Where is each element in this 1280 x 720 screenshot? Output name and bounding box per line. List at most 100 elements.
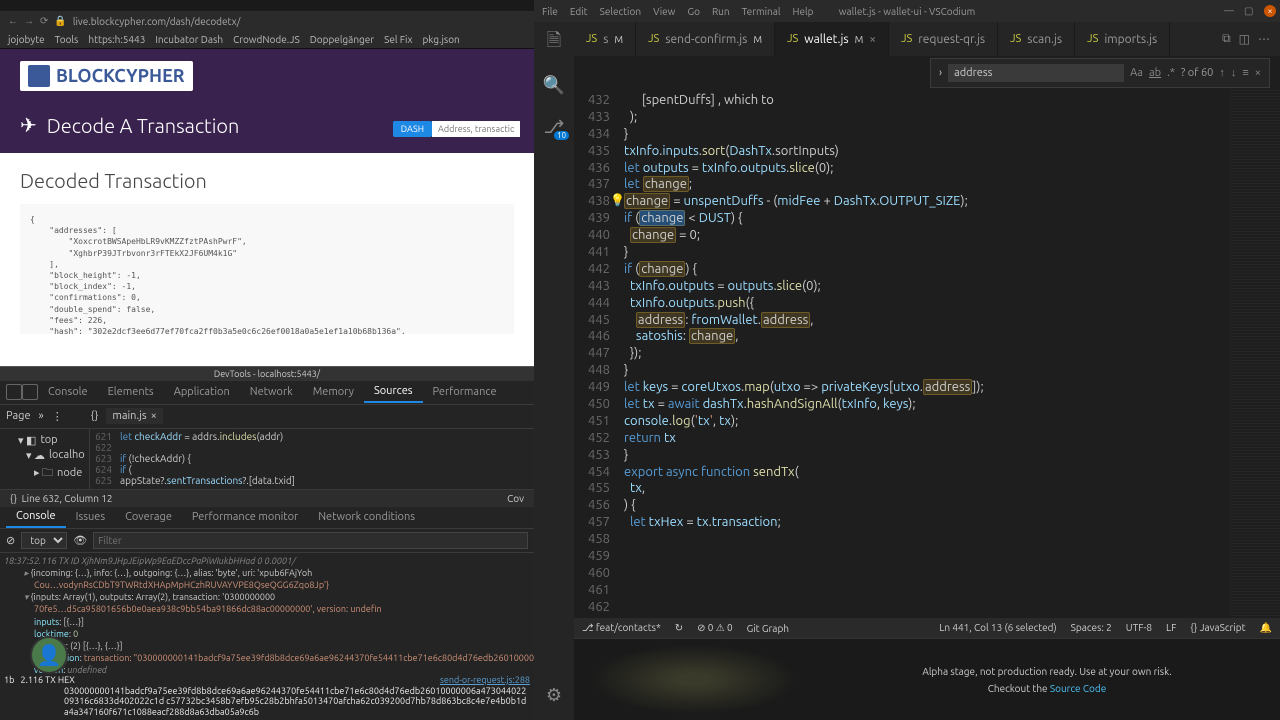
tab-elements[interactable]: Elements bbox=[98, 382, 164, 402]
filter-input[interactable] bbox=[93, 532, 528, 549]
drawer-coverage[interactable]: Coverage bbox=[115, 507, 182, 527]
cursor-pos[interactable]: Ln 441, Col 13 (6 selected) bbox=[939, 622, 1056, 634]
close-icon[interactable]: × bbox=[869, 33, 876, 46]
kebab-icon[interactable]: ⋮ bbox=[52, 410, 63, 423]
regex-icon[interactable]: .* bbox=[1167, 67, 1175, 79]
bookmark-item[interactable]: Doppelgänger bbox=[310, 34, 374, 45]
tab-scan[interactable]: JSscan.js bbox=[998, 22, 1075, 56]
page-label[interactable]: Page bbox=[6, 410, 31, 422]
tab-sources[interactable]: Sources bbox=[364, 381, 423, 403]
git-graph[interactable]: Git Graph bbox=[747, 623, 789, 634]
next-icon[interactable]: ↓ bbox=[1231, 67, 1237, 79]
bookmark-item[interactable]: jojobyte bbox=[8, 34, 45, 45]
drawer-issues[interactable]: Issues bbox=[66, 507, 116, 527]
close-icon[interactable]: × bbox=[1264, 5, 1276, 17]
tab-wallet[interactable]: JSwallet.js M × bbox=[775, 22, 889, 56]
menu-view[interactable]: View bbox=[653, 6, 675, 17]
clear-icon[interactable]: ⊘ bbox=[6, 534, 15, 547]
sync-icon[interactable]: ↻ bbox=[675, 622, 683, 634]
drawer-console[interactable]: Console bbox=[6, 506, 66, 528]
find-input[interactable] bbox=[948, 64, 1124, 82]
window-titlebar: File Edit Selection View Go Run Terminal… bbox=[534, 0, 1280, 22]
minimap[interactable] bbox=[1230, 90, 1280, 618]
code-editor[interactable]: 4324334344354364374384394404414424434444… bbox=[574, 90, 1280, 618]
case-icon[interactable]: Aa bbox=[1130, 67, 1143, 79]
tab-send-confirm[interactable]: JSsend-confirm.js M bbox=[636, 22, 775, 56]
search-input[interactable] bbox=[432, 121, 520, 137]
drawer-network[interactable]: Network conditions bbox=[308, 507, 425, 527]
url-bar[interactable]: live.blockcypher.com/dash/decodetx/ bbox=[73, 16, 241, 27]
eol[interactable]: LF bbox=[1166, 622, 1176, 634]
reload-icon[interactable]: ⟳ bbox=[40, 15, 48, 27]
settings-icon[interactable]: ⚙ bbox=[543, 684, 565, 706]
browser-tab-strip[interactable] bbox=[0, 0, 534, 11]
dash-dropdown[interactable]: DASH bbox=[393, 121, 432, 137]
menu-go[interactable]: Go bbox=[687, 6, 699, 17]
bookmark-item[interactable]: Tools bbox=[55, 34, 79, 45]
forward-icon[interactable]: → bbox=[24, 15, 34, 27]
encoding[interactable]: UTF-8 bbox=[1126, 622, 1152, 634]
menu-file[interactable]: File bbox=[542, 6, 558, 17]
split-icon[interactable]: ◫ bbox=[1239, 32, 1250, 46]
bookmark-item[interactable]: CrowdNode.JS bbox=[233, 34, 300, 45]
more-icon[interactable]: » bbox=[39, 410, 44, 422]
tab-s[interactable]: JSs M bbox=[574, 22, 636, 56]
chevron-right-icon[interactable]: › bbox=[939, 67, 942, 79]
file-tree[interactable]: ▾ ◧ top ▾ ☁ localho ▸ 🗀 node ▸ 🗀 src bbox=[0, 429, 90, 489]
tab-application[interactable]: Application bbox=[164, 382, 240, 402]
context-select[interactable]: top bbox=[21, 532, 67, 549]
decoded-json[interactable]: { "addresses": [ "XoxcrotBWSApeHbLR9vKMZ… bbox=[20, 204, 514, 334]
selection-icon[interactable]: ≡ bbox=[1242, 67, 1248, 79]
close-icon[interactable]: × bbox=[1255, 67, 1261, 79]
tab-imports[interactable]: JSimports.js bbox=[1075, 22, 1170, 56]
eye-icon[interactable]: 👁 bbox=[73, 534, 87, 547]
drawer-perf[interactable]: Performance monitor bbox=[182, 507, 308, 527]
more-icon[interactable]: ⋯ bbox=[1258, 32, 1270, 46]
decoded-heading: Decoded Transaction bbox=[20, 169, 514, 192]
console-output[interactable]: 18:37:52.116 TX ID XjhNm9JHpJEipWp9EaEDc… bbox=[0, 553, 534, 673]
bookmark-item[interactable]: Incubator Dash bbox=[155, 34, 223, 45]
indent[interactable]: Spaces: 2 bbox=[1071, 622, 1112, 634]
tab-performance[interactable]: Performance bbox=[423, 382, 507, 402]
word-icon[interactable]: ab bbox=[1149, 67, 1161, 79]
source-link[interactable]: Source Code bbox=[1050, 683, 1106, 694]
close-icon[interactable]: × bbox=[151, 410, 157, 422]
compare-icon[interactable]: ⧉ bbox=[1222, 32, 1231, 46]
bell-icon[interactable]: 🔔 bbox=[1260, 622, 1272, 634]
device-icon[interactable] bbox=[22, 384, 38, 400]
bookmark-item[interactable]: https:h:5443 bbox=[88, 34, 145, 45]
minimize-icon[interactable]: — bbox=[1224, 5, 1236, 17]
menu-help[interactable]: Help bbox=[793, 6, 814, 17]
inspect-icon[interactable] bbox=[6, 384, 22, 400]
branch[interactable]: ⎇ feat/contacts* bbox=[582, 622, 661, 634]
tree-local: ▾ ☁ localho bbox=[4, 448, 85, 463]
tab-console[interactable]: Console bbox=[38, 382, 98, 402]
menu-edit[interactable]: Edit bbox=[570, 6, 588, 17]
source-code[interactable]: 621 let checkAddr = addrs.includes(addr)… bbox=[90, 429, 534, 489]
back-icon[interactable]: ← bbox=[8, 15, 18, 27]
bookmark-item[interactable]: Sel Fix bbox=[384, 34, 412, 45]
pretty-print-icon[interactable]: {} bbox=[91, 410, 99, 422]
file-tab[interactable]: main.js × bbox=[106, 408, 162, 424]
menu-run[interactable]: Run bbox=[712, 6, 730, 17]
pretty-icon[interactable]: {} bbox=[10, 493, 17, 504]
scm-icon[interactable]: ⎇10 bbox=[543, 116, 565, 138]
tab-request-qr[interactable]: JSrequest-qr.js bbox=[889, 22, 998, 56]
find-widget: › Aa ab .* ? of 60 ↑ ↓ ≡ × bbox=[930, 58, 1270, 88]
menu-terminal[interactable]: Terminal bbox=[742, 6, 781, 17]
tab-memory[interactable]: Memory bbox=[303, 382, 364, 402]
prev-icon[interactable]: ↑ bbox=[1219, 67, 1225, 79]
devtools-tabs: Console Elements Application Network Mem… bbox=[0, 381, 534, 405]
blockcypher-logo[interactable]: BLOCKCYPHER bbox=[20, 61, 193, 91]
source-link[interactable]: send-or-request.js:288 bbox=[440, 675, 530, 686]
bookmark-item[interactable]: pkg.json bbox=[423, 34, 460, 45]
logo-icon bbox=[28, 65, 50, 87]
maximize-icon[interactable]: ▢ bbox=[1244, 5, 1256, 17]
avatar[interactable]: 👤 bbox=[30, 636, 68, 674]
errors[interactable]: ⊘ 0 ⚠ 0 bbox=[697, 622, 733, 634]
search-icon[interactable]: 🔍 bbox=[543, 74, 565, 96]
menu-selection[interactable]: Selection bbox=[600, 6, 641, 17]
tab-network[interactable]: Network bbox=[240, 382, 303, 402]
language[interactable]: {} JavaScript bbox=[1190, 622, 1245, 634]
explorer-icon[interactable]: 🗎 bbox=[543, 32, 565, 54]
